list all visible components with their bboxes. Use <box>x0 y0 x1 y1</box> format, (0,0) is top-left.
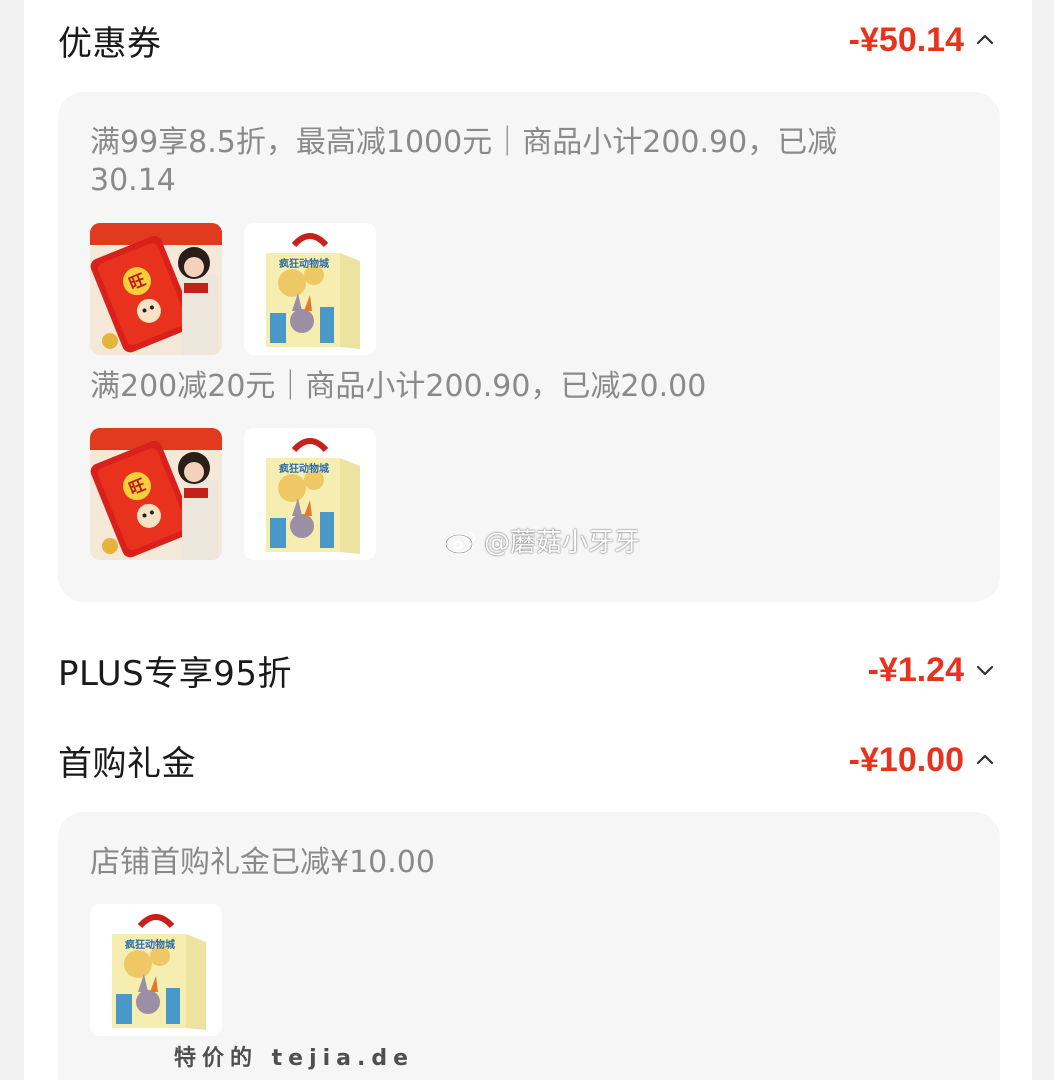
first-purchase-amount-group[interactable]: -¥10.00 <box>849 741 996 780</box>
wangwang-snack-bag-image: 旺 <box>90 428 222 560</box>
zootopia-cookie-box-image: 疯狂动物城 <box>90 904 222 1036</box>
first-purchase-section-header[interactable]: 首购礼金 -¥10.00 <box>58 730 996 790</box>
product-thumb-wangwang[interactable]: 旺 <box>90 428 222 560</box>
weibo-watermark: @蘑菇小牙牙 <box>444 522 640 559</box>
coupon-section-header[interactable]: 优惠券 -¥50.14 <box>58 10 996 70</box>
coupon-title: 优惠券 <box>58 23 162 64</box>
plus-amount: -¥1.24 <box>867 650 964 689</box>
discount-detail-card: 优惠券 -¥50.14 满99享8.5折，最高减1000元｜商品小计200.90… <box>24 0 1032 1080</box>
chevron-up-icon[interactable] <box>974 29 996 51</box>
coupon-rule-2-products: 旺 疯狂动物城 <box>90 428 376 560</box>
product-thumb-zootopia[interactable]: 疯狂动物城 <box>90 904 222 1036</box>
site-watermark: 特价的 tejia.de <box>174 1046 415 1071</box>
zootopia-cookie-box-image: 疯狂动物城 <box>244 223 376 355</box>
product-thumb-zootopia[interactable]: 疯狂动物城 <box>244 223 376 355</box>
chevron-up-icon[interactable] <box>974 749 996 771</box>
product-thumb-wangwang[interactable]: 旺 <box>90 223 222 355</box>
coupon-amount: -¥50.14 <box>848 20 964 59</box>
coupon-rule-2-text: 满200减20元｜商品小计200.90，已减20.00 <box>90 369 707 404</box>
svg-text:疯狂动物城: 疯狂动物城 <box>125 938 175 951</box>
first-purchase-rule-text: 店铺首购礼金已减¥10.00 <box>90 845 435 880</box>
first-purchase-amount: -¥10.00 <box>848 740 964 779</box>
coupon-amount-group[interactable]: -¥50.14 <box>849 21 996 60</box>
chevron-down-icon[interactable] <box>974 659 996 681</box>
weibo-logo-icon <box>444 530 476 554</box>
wangwang-snack-bag-image: 旺 <box>90 223 222 355</box>
weibo-watermark-text: @蘑菇小牙牙 <box>484 528 641 558</box>
svg-text:疯狂动物城: 疯狂动物城 <box>279 257 329 270</box>
first-purchase-title: 首购礼金 <box>58 743 196 784</box>
coupon-rule-1-text: 满99享8.5折，最高减1000元｜商品小计200.90，已减30.14 <box>90 125 838 198</box>
plus-title: PLUS专享95折 <box>58 653 292 694</box>
first-purchase-products: 疯狂动物城 <box>90 904 222 1036</box>
zootopia-cookie-box-image: 疯狂动物城 <box>244 428 376 560</box>
coupon-rule-1-products: 旺 疯狂动物城 <box>90 223 376 355</box>
svg-text:疯狂动物城: 疯狂动物城 <box>279 462 329 475</box>
plus-amount-group[interactable]: -¥1.24 <box>868 651 996 690</box>
product-thumb-zootopia[interactable]: 疯狂动物城 <box>244 428 376 560</box>
plus-section-header[interactable]: PLUS专享95折 -¥1.24 <box>58 640 996 700</box>
